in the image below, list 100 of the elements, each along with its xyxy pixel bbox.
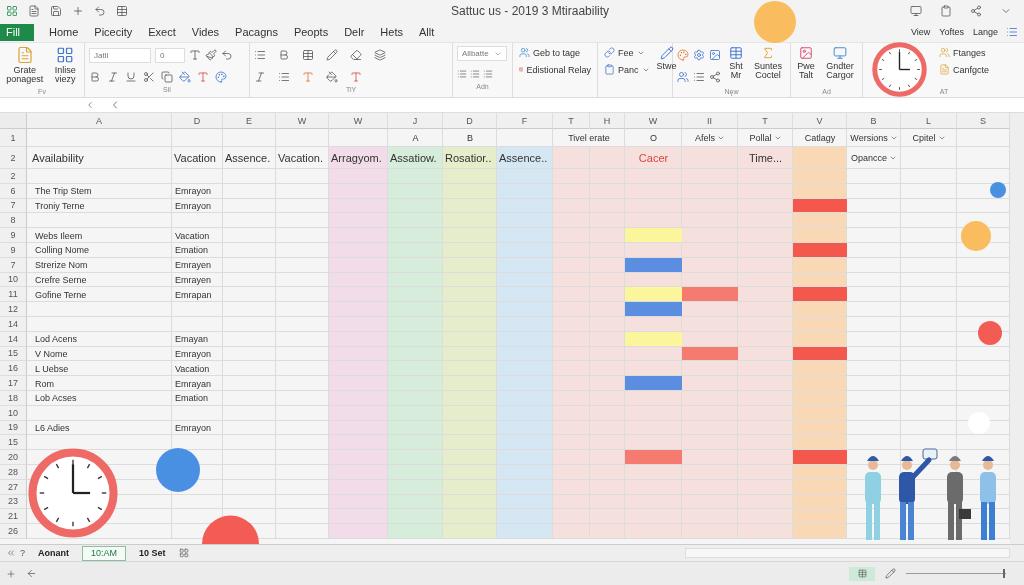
row-header[interactable]: 20 xyxy=(0,450,27,465)
sheet-tab[interactable]: 10:AM xyxy=(82,545,127,561)
large-button[interactable]: Sht Mr xyxy=(726,46,746,81)
large-button[interactable]: Stwe xyxy=(656,46,677,72)
share-icon[interactable] xyxy=(970,5,982,17)
fill-color-icon[interactable] xyxy=(179,71,191,83)
sheet-tab[interactable]: Aonant xyxy=(29,545,78,561)
menu-tab[interactable]: Vides xyxy=(190,26,221,38)
list-icon[interactable] xyxy=(693,71,705,83)
column-header[interactable]: L xyxy=(901,113,957,129)
menu-tab[interactable]: Hets xyxy=(379,26,404,38)
chevron-left-icon[interactable] xyxy=(6,548,16,558)
brush-icon[interactable] xyxy=(205,49,217,61)
menu-tab[interactable]: Peopts xyxy=(292,26,330,38)
large-button[interactable]: Pwe Talt xyxy=(795,46,817,81)
column-header[interactable]: A xyxy=(27,113,172,129)
column-header[interactable]: II xyxy=(682,113,738,129)
ribbon-button[interactable]: Panc xyxy=(602,63,652,76)
ribbon-button[interactable]: Ftanges xyxy=(937,46,992,59)
filter-dropdown[interactable]: Opancce xyxy=(848,153,900,163)
undo-icon[interactable] xyxy=(221,49,233,61)
clipboard-icon[interactable] xyxy=(940,5,952,17)
filter-dropdown[interactable]: Pollal xyxy=(746,133,785,143)
filter-dropdown[interactable]: Afels xyxy=(692,133,728,143)
file-tab[interactable]: Fill xyxy=(0,23,34,41)
column-header[interactable]: T xyxy=(738,113,793,129)
font-color-icon[interactable] xyxy=(189,49,201,61)
eraser-icon[interactable] xyxy=(350,49,362,61)
column-header[interactable]: W xyxy=(329,113,388,129)
grid-icon[interactable] xyxy=(178,548,189,558)
menu-tab[interactable]: Exect xyxy=(147,26,177,38)
fill-color-icon[interactable] xyxy=(326,71,338,83)
row-header[interactable]: 16 xyxy=(0,361,27,377)
menu-tab[interactable]: Picecity xyxy=(93,26,134,38)
filter-dropdown[interactable]: Wersions xyxy=(847,133,901,143)
pencil-icon[interactable] xyxy=(885,568,896,579)
underline-icon[interactable] xyxy=(125,71,137,83)
column-header[interactable]: W xyxy=(625,113,682,129)
row-header[interactable]: 2 xyxy=(0,169,27,184)
ribbon-button[interactable]: Edistional Relay xyxy=(517,63,593,76)
share-icon[interactable] xyxy=(709,71,721,83)
people-icon[interactable] xyxy=(677,71,689,83)
list-icon[interactable] xyxy=(278,71,290,83)
help-mark[interactable]: ? xyxy=(20,548,25,558)
menu-tab[interactable]: View xyxy=(909,27,932,37)
display-icon[interactable] xyxy=(910,5,922,17)
bold-icon[interactable] xyxy=(278,49,290,61)
menu-tab[interactable]: Delr xyxy=(343,26,366,38)
list-icon[interactable] xyxy=(457,69,467,79)
arrow-left-icon[interactable] xyxy=(26,568,37,579)
filter-dropdown[interactable]: Cpitel xyxy=(909,133,949,143)
large-button[interactable]: Grate ponagest xyxy=(4,46,46,85)
row-header[interactable]: 2 xyxy=(0,147,27,169)
horizontal-scrollbar[interactable] xyxy=(685,548,1010,558)
column-header[interactable]: D xyxy=(443,113,497,129)
menu-tab[interactable]: Lange xyxy=(971,27,999,37)
document-icon[interactable] xyxy=(28,5,40,17)
palette-icon[interactable] xyxy=(215,71,227,83)
column-header[interactable]: W xyxy=(276,113,329,129)
column-header[interactable]: D xyxy=(172,113,223,129)
row-header[interactable]: 8 xyxy=(0,213,27,229)
column-header[interactable]: F xyxy=(497,113,553,129)
chevron-left-icon[interactable] xyxy=(85,100,95,110)
column-header[interactable]: V xyxy=(793,113,847,129)
font-size-field[interactable]: 0 xyxy=(155,47,185,63)
text-color-icon[interactable] xyxy=(350,71,362,83)
cut-icon[interactable] xyxy=(143,71,155,83)
list-icon[interactable] xyxy=(483,69,493,79)
large-button[interactable]: Gndter Cargor xyxy=(822,46,858,81)
column-header[interactable]: T xyxy=(553,113,590,129)
ribbon-button[interactable]: Canfgcte xyxy=(937,63,992,76)
row-header[interactable]: 17 xyxy=(0,376,27,391)
sheet-tab[interactable]: 10 Set xyxy=(130,545,175,561)
menu-tab[interactable]: Home xyxy=(48,26,80,38)
text-color-icon[interactable] xyxy=(197,71,209,83)
menu-tab[interactable]: Allt xyxy=(417,26,436,38)
text-color-icon[interactable] xyxy=(302,71,314,83)
row-header[interactable]: 1 xyxy=(0,129,27,147)
row-header[interactable]: 21 xyxy=(0,509,27,525)
bold-icon[interactable] xyxy=(89,71,101,83)
list-icon[interactable] xyxy=(470,69,480,79)
column-header[interactable]: H xyxy=(590,113,625,129)
gear-icon[interactable] xyxy=(693,49,705,61)
list-icon[interactable] xyxy=(1006,26,1018,38)
copy-icon[interactable] xyxy=(161,71,173,83)
app-logo-icon[interactable] xyxy=(6,5,18,17)
normal-view-button[interactable] xyxy=(849,566,875,581)
row-header[interactable]: 9 xyxy=(0,228,27,243)
palette-icon[interactable] xyxy=(677,49,689,61)
add-icon[interactable] xyxy=(72,5,84,17)
large-button[interactable]: Suntes Coctel xyxy=(751,46,785,81)
save-icon[interactable] xyxy=(50,5,62,17)
row-header[interactable]: 11 xyxy=(0,287,27,303)
style-dropdown[interactable]: Allbatte xyxy=(457,46,507,61)
menu-tab[interactable]: Pacagns xyxy=(234,26,279,38)
large-button[interactable]: Inlise viezy xyxy=(50,46,80,85)
italic-icon[interactable] xyxy=(107,71,119,83)
column-header[interactable]: S xyxy=(957,113,1010,129)
pencil-icon[interactable] xyxy=(326,49,338,61)
layers-icon[interactable] xyxy=(374,49,386,61)
